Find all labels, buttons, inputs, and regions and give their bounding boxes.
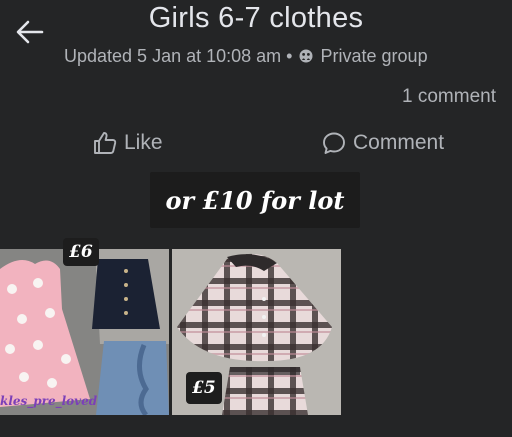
page-title: Girls 6-7 clothes — [148, 2, 364, 34]
post-meta: Updated 5 Jan at 10:08 am • Private grou… — [64, 46, 428, 67]
comment-label: Comment — [353, 131, 445, 154]
comment-bubble-icon — [323, 132, 345, 154]
comment-button[interactable]: Comment — [321, 128, 444, 158]
like-button[interactable]: Like — [92, 128, 163, 158]
price-tag: £5 — [186, 372, 222, 404]
privacy-label: Private group — [320, 46, 428, 66]
updated-time: Updated 5 Jan at 10:08 am — [64, 46, 282, 66]
price-tag: £6 — [63, 238, 99, 266]
meta-separator: • — [286, 46, 293, 66]
like-label: Like — [124, 131, 163, 154]
photo-image — [0, 249, 169, 415]
photo-girls-clothes-1[interactable] — [0, 249, 169, 415]
post-text: or £10 for lot — [150, 172, 360, 228]
group-icon — [299, 49, 312, 63]
watermark-handle: kles_pre_loved — [0, 394, 98, 408]
comment-count[interactable]: 1 comment — [402, 86, 496, 108]
thumbs-up-icon — [94, 132, 117, 154]
